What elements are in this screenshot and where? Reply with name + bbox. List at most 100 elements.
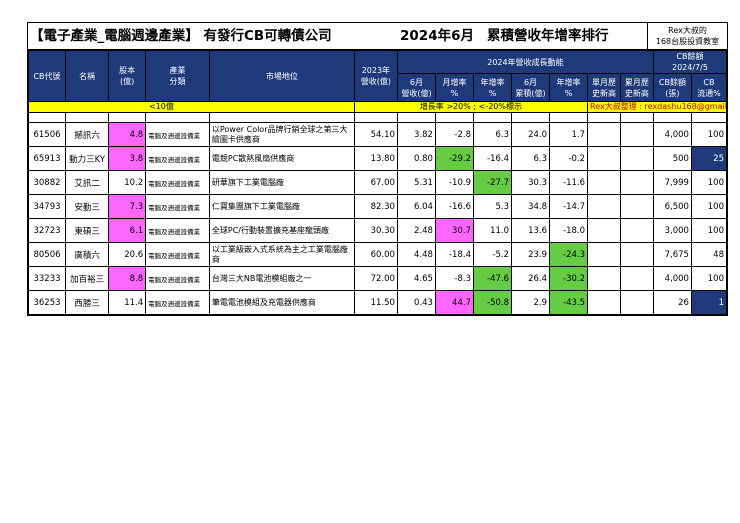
cell-month-high [587,194,621,219]
cell-month-high [587,290,621,315]
cell-jun-cum: 13.6 [510,218,551,243]
cell-capital: 6.1 [108,218,147,243]
cell-yoy: -16.4 [472,146,513,171]
cell-rev2023: 72.00 [353,266,398,291]
cell-market: 仁寶集團旗下工業電腦廠 [208,194,355,219]
cell-yoy: -50.8 [472,290,513,315]
cell-capital: 11.4 [108,290,147,315]
cell-cum-yoy: -18.0 [549,218,589,243]
cell-cb-ratio: 100 [690,122,728,147]
cell-market: 全球PC/行動裝置擴充基座龍頭廠 [208,218,355,243]
cell-cb-ratio: 48 [690,242,728,267]
cell-yoy: 11.0 [472,218,513,243]
cell-cum-high [619,242,654,267]
cell-yoy: 6.3 [472,122,513,147]
table-row: 61506 撼訊六 4.8 電腦及週邊設備業 以Power Color品牌行銷全球之第三… [28,122,728,147]
cell-jun-cum: 30.3 [510,170,551,195]
cell-jun-rev: 4.48 [396,242,436,267]
cell-name: 艾訊二 [64,170,110,195]
cell-cb-ratio: 100 [690,194,728,219]
cell-capital: 4.8 [108,122,147,147]
cell-cum-yoy: -24.3 [549,242,589,267]
cell-mom: -10.9 [434,170,474,195]
cell-industry: 電腦及週邊設備業 [145,290,210,315]
cell-industry: 電腦及週邊設備業 [145,146,210,171]
cell-jun-rev: 0.80 [396,146,436,171]
table-row: 32723 東碩三 6.1 電腦及週邊設備業 全球PC/行動裝置擴充基座龍頭廠 30.30… [28,218,728,243]
cell-cum-yoy: -0.2 [549,146,589,171]
cell-jun-rev: 2.48 [396,218,436,243]
cell-cum-high [619,266,654,291]
legend-row: <10億 增長率 >20% ; <-20%標示 Rex大叔整理 : rexdas… [28,101,727,113]
cell-rev2023: 67.00 [353,170,398,195]
cell-industry: 電腦及週邊設備業 [145,170,210,195]
cell-yoy: -27.7 [472,170,513,195]
col-mom: 月增率% [434,73,474,102]
cell-rev2023: 13.80 [353,146,398,171]
cell-cum-high [619,194,654,219]
cell-cb-amount: 26 [652,290,692,315]
cell-code: 33233 [28,266,66,291]
cell-mom: -29.2 [434,146,474,171]
cell-month-high [587,266,621,291]
cell-capital: 7.3 [108,194,147,219]
cell-cb-ratio: 100 [690,218,728,243]
cell-cum-high [619,218,654,243]
cell-month-high [587,242,621,267]
cell-cb-ratio: 25 [690,146,728,171]
cell-code: 32723 [28,218,66,243]
growth-note: 增長率 >20% ; <-20%標示 [353,101,589,113]
cell-cb-amount: 7,999 [652,170,692,195]
cell-name: 動力三KY [64,146,110,171]
report-title: 【電子產業_電腦週邊產業】 有發行CB可轉債公司 [30,28,332,44]
cell-market: 台灣三大NB電池模組廠之一 [208,266,355,291]
cell-industry: 電腦及週邊設備業 [145,122,210,147]
cell-jun-cum: 34.8 [510,194,551,219]
cell-cb-ratio: 100 [690,170,728,195]
cell-rev2023: 54.10 [353,122,398,147]
cell-rev2023: 82.30 [353,194,398,219]
cell-cum-yoy: -43.5 [549,290,589,315]
cell-cum-high [619,170,654,195]
cell-jun-cum: 23.9 [510,242,551,267]
table-row: 34793 安勤三 7.3 電腦及週邊設備業 仁寶集團旗下工業電腦廠 82.30 6.04-… [28,194,728,219]
col-cb-amount: CB餘額 (張) [652,73,692,102]
cell-rev2023: 11.50 [353,290,398,315]
cell-code: 30882 [28,170,66,195]
cell-mom: -16.6 [434,194,474,219]
cell-cum-yoy: -30.2 [549,266,589,291]
cell-cb-amount: 500 [652,146,692,171]
cell-mom: -2.8 [434,122,474,147]
cell-cb-amount: 4,000 [652,266,692,291]
cell-name: 西勝三 [64,290,110,315]
cb-revenue-table: CB代號 名稱 股本 (億) 產業 分類 市場地位 2023年 營收(億) 2024年… [28,50,728,315]
col-jun-rev: 6月 營收(億) [396,73,436,102]
cell-mom: -18.4 [434,242,474,267]
cell-cb-amount: 7,675 [652,242,692,267]
cell-jun-cum: 26.4 [510,266,551,291]
cell-cb-amount: 4,000 [652,122,692,147]
cell-jun-cum: 24.0 [510,122,551,147]
cell-name: 廣積六 [64,242,110,267]
col-cb-ratio: CB 流通% [690,73,728,102]
col-cum-yoy: 年增率% [549,73,589,102]
cell-cum-high [619,122,654,147]
cell-industry: 電腦及週邊設備業 [145,242,210,267]
cell-market: 電競PC散熱風扇供應商 [208,146,355,171]
cell-rev2023: 60.00 [353,242,398,267]
cell-name: 加百裕三 [64,266,110,291]
cell-mom: 30.7 [434,218,474,243]
col-jun-cum: 6月 累積(億) [510,73,551,102]
cell-month-high [587,218,621,243]
cell-industry: 電腦及週邊設備業 [145,266,210,291]
cell-code: 65913 [28,146,66,171]
report-month: 2024年6月 [400,28,474,44]
table-row: 30882 艾訊二 10.2 電腦及週邊設備業 研華旗下工業電腦廠 67.00 5.31 -1… [28,170,728,195]
cell-market: 以Power Color品牌行銷全球之第三大繪圖卡供應商 [208,122,355,147]
cell-month-high [587,170,621,195]
cell-cb-ratio: 1 [690,290,728,315]
report-sheet: 【電子產業_電腦週邊產業】 有發行CB可轉債公司 2024年6月 累積營收年增率… [27,22,728,316]
data-body: 61506 撼訊六 4.8 電腦及週邊設備業 以Power Color品牌行銷全球之第三… [28,122,728,315]
table-row: 65913 動力三KY 3.8 電腦及週邊設備業 電競PC散熱風扇供應商 13.80 0.8… [28,146,728,171]
cell-yoy: -47.6 [472,266,513,291]
